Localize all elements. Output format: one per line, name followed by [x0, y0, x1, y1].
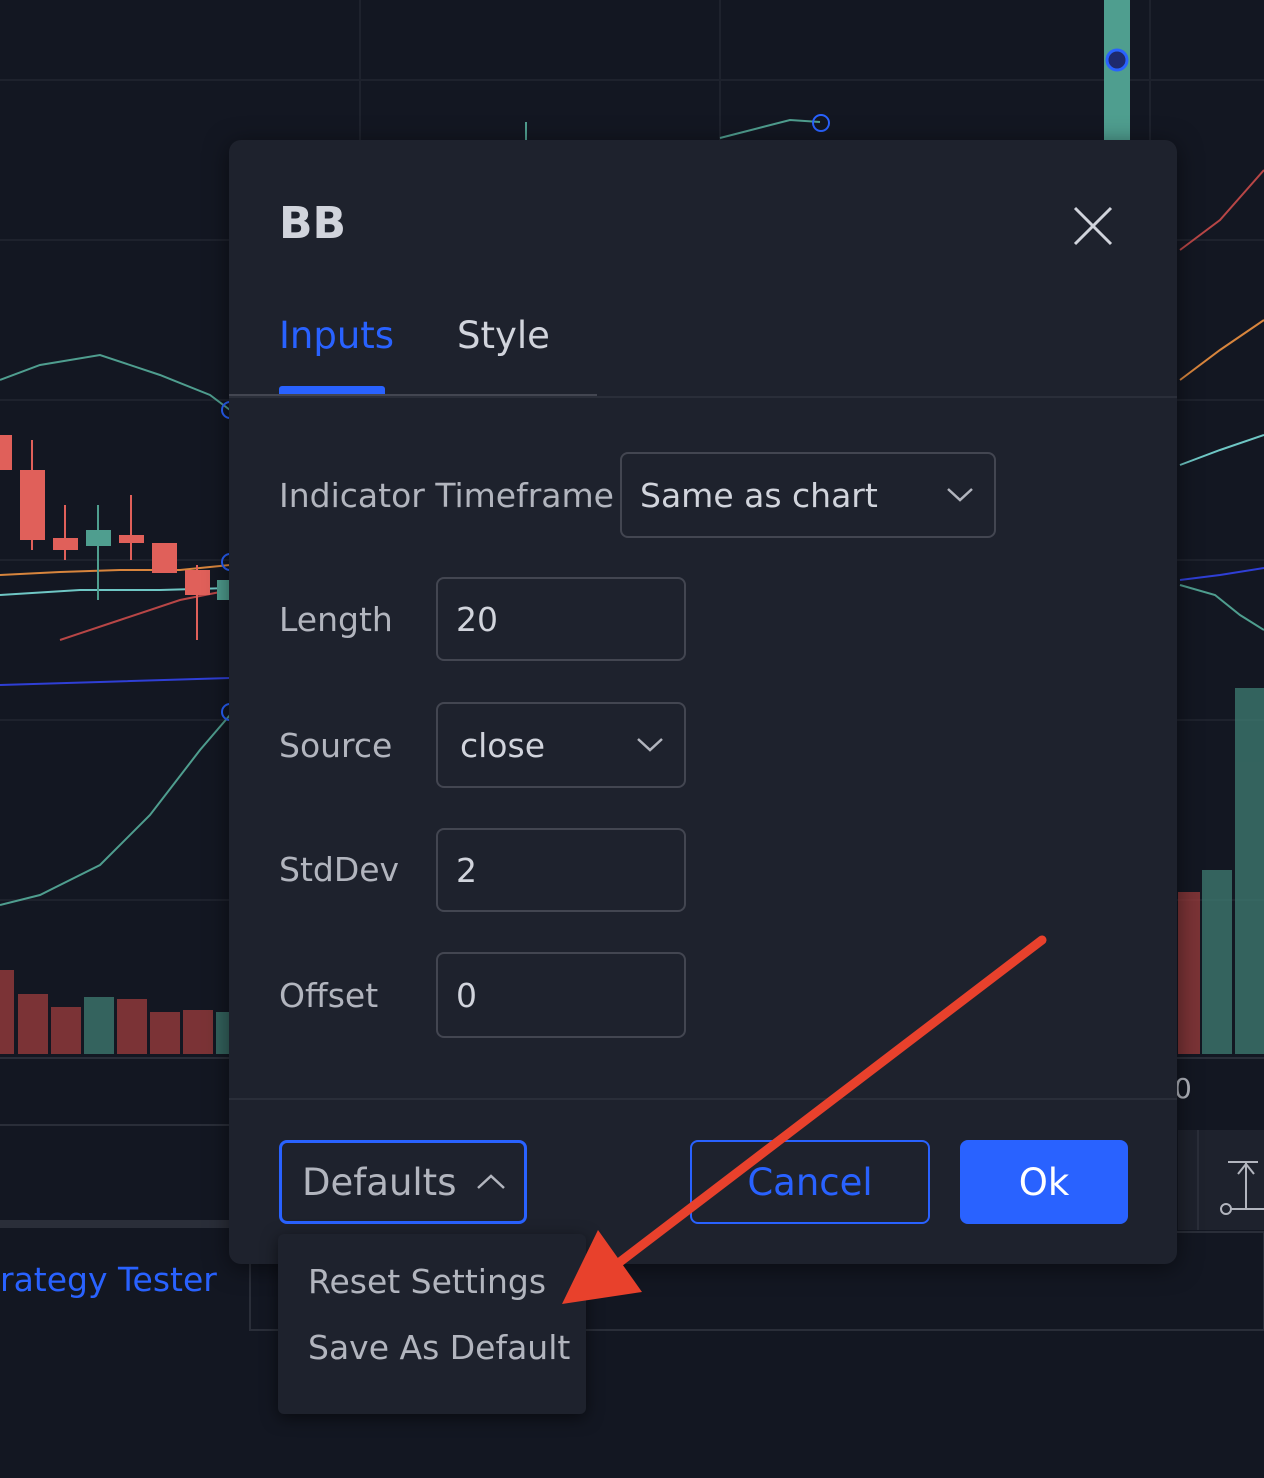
chevron-up-icon: [477, 1174, 505, 1189]
close-icon: [1073, 206, 1113, 246]
strategy-tester-tab[interactable]: rategy Tester: [0, 1260, 217, 1299]
length-value: 20: [456, 599, 498, 639]
dialog-title: BB: [279, 198, 347, 249]
stddev-value: 2: [456, 850, 477, 890]
length-input[interactable]: 20: [436, 577, 686, 661]
offset-value: 0: [456, 975, 477, 1015]
defaults-button[interactable]: Defaults: [279, 1140, 527, 1224]
tab-style[interactable]: Style: [457, 314, 550, 357]
offset-label: Offset: [279, 976, 379, 1015]
tab-divider: [229, 394, 597, 396]
tab-bar: Inputs Style: [229, 300, 1177, 398]
stddev-label: StdDev: [279, 850, 400, 889]
menu-item-save-as-default[interactable]: Save As Default: [308, 1328, 570, 1367]
source-label: Source: [279, 726, 393, 765]
chevron-down-icon: [637, 738, 663, 752]
offset-input[interactable]: 0: [436, 952, 686, 1038]
timeframe-select[interactable]: Same as chart: [620, 452, 996, 538]
menu-item-reset-settings[interactable]: Reset Settings: [308, 1262, 546, 1301]
active-tab-indicator: [279, 386, 385, 394]
footer-divider: [229, 1098, 1177, 1100]
stddev-input[interactable]: 2: [436, 828, 686, 912]
timeframe-value: Same as chart: [640, 475, 878, 515]
timeframe-label: Indicator Timeframe: [279, 476, 614, 515]
cancel-button[interactable]: Cancel: [690, 1140, 930, 1224]
length-label: Length: [279, 600, 393, 639]
ok-label: Ok: [1018, 1160, 1070, 1204]
indicator-settings-dialog: BB Inputs Style Indicator Timeframe Same…: [229, 140, 1177, 1264]
source-select[interactable]: close: [436, 702, 686, 788]
source-value: close: [460, 725, 545, 765]
chevron-down-icon: [947, 488, 973, 502]
cancel-label: Cancel: [747, 1160, 873, 1204]
defaults-label: Defaults: [302, 1160, 457, 1204]
tab-inputs[interactable]: Inputs: [279, 314, 394, 357]
ok-button[interactable]: Ok: [960, 1140, 1128, 1224]
close-button[interactable]: [1069, 202, 1117, 250]
defaults-menu: Reset Settings Save As Default: [278, 1234, 586, 1414]
